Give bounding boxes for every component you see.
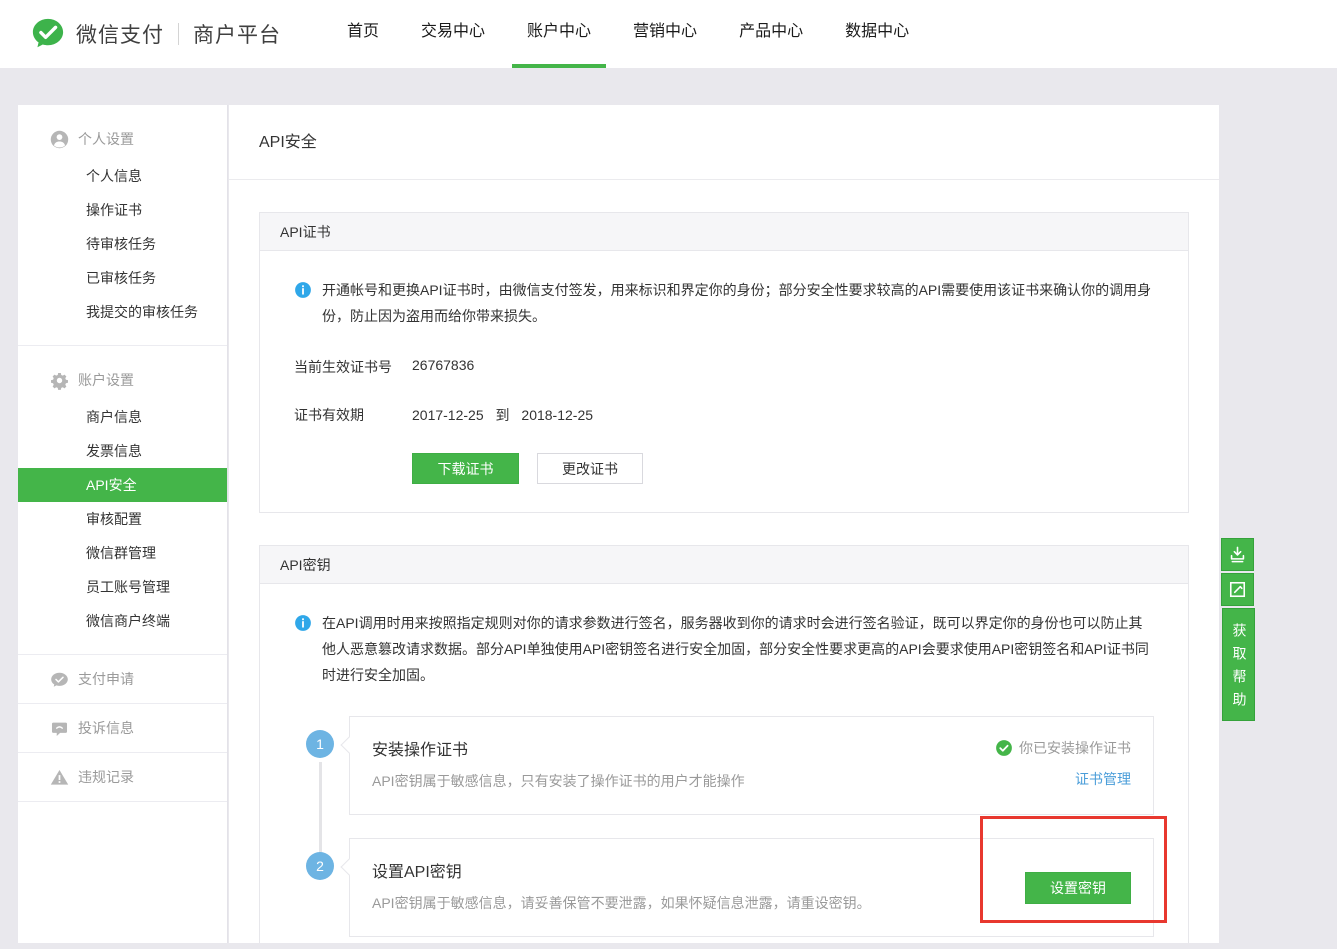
user-icon xyxy=(50,130,69,149)
sidebar-group-violation-record[interactable]: 违规记录 xyxy=(18,753,227,802)
certificate-number-value: 26767836 xyxy=(412,357,474,377)
main-content: API安全 API证书 开通帐号和更换API证书时，由微信支付签发，用来标识和界… xyxy=(229,105,1219,943)
sidebar-item-staff-account-mgmt[interactable]: 员工账号管理 xyxy=(18,570,227,604)
certificate-info-text: 开通帐号和更换API证书时，由微信支付签发，用来标识和界定你的身份；部分安全性要… xyxy=(322,277,1154,329)
warning-icon xyxy=(50,768,69,787)
cert-installed-status: 你已安装操作证书 xyxy=(995,738,1131,758)
nav-tab-transaction-center[interactable]: 交易中心 xyxy=(406,0,500,68)
step-1-box: 安装操作证书 API密钥属于敏感信息，只有安装了操作证书的用户才能操作 你已安装… xyxy=(349,716,1154,815)
sidebar-item-reviewed[interactable]: 已审核任务 xyxy=(18,261,227,295)
sidebar-group-label: 个人设置 xyxy=(78,129,134,149)
step-box-notch xyxy=(341,737,358,754)
sidebar-group-label: 投诉信息 xyxy=(78,718,134,738)
certificate-number-row: 当前生效证书号 26767836 xyxy=(294,357,1154,377)
sidebar-group-complaint-info[interactable]: 投诉信息 xyxy=(18,704,227,753)
nav-tab-account-center[interactable]: 账户中心 xyxy=(512,0,606,68)
step-install-cert: 1 安装操作证书 API密钥属于敏感信息，只有安装了操作证书的用户才能操作 xyxy=(306,716,1154,815)
sidebar-group-personal-settings: 个人设置 个人信息 操作证书 待审核任务 已审核任务 我提交的审核任务 xyxy=(18,105,227,346)
sidebar-group-payment-application[interactable]: 支付申请 xyxy=(18,655,227,704)
nav-tab-data-center[interactable]: 数据中心 xyxy=(830,0,924,68)
gear-icon xyxy=(50,371,69,390)
api-key-card-title: API密钥 xyxy=(260,546,1188,584)
download-certificate-button[interactable]: 下载证书 xyxy=(412,453,519,484)
sidebar-item-wechat-merchant-terminal[interactable]: 微信商户终端 xyxy=(18,604,227,638)
step-2-title: 设置API密钥 xyxy=(372,858,1131,882)
sidebar-item-operation-cert[interactable]: 操作证书 xyxy=(18,193,227,227)
sidebar-group-header: 支付申请 xyxy=(18,655,227,703)
info-icon xyxy=(294,281,312,299)
info-icon xyxy=(294,614,312,632)
cert-installed-status-text: 你已安装操作证书 xyxy=(1019,738,1131,758)
sidebar-group-header: 投诉信息 xyxy=(18,704,227,752)
certificate-validity-label: 证书有效期 xyxy=(294,405,412,425)
valid-date-separator: 到 xyxy=(496,407,510,423)
step-2-description: API密钥属于敏感信息，请妥善保管不要泄露，如果怀疑信息泄露，请重设密钥。 xyxy=(372,893,1131,913)
api-key-steps: 1 安装操作证书 API密钥属于敏感信息，只有安装了操作证书的用户才能操作 xyxy=(294,716,1154,937)
product-name: 商户平台 xyxy=(193,19,281,49)
api-certificate-card-title: API证书 xyxy=(260,213,1188,251)
sidebar-group-label: 账户设置 xyxy=(78,370,134,390)
nav-tab-marketing-center[interactable]: 营销中心 xyxy=(618,0,712,68)
sidebar-item-api-security[interactable]: API安全 xyxy=(18,468,227,502)
api-key-info-text: 在API调用时用来按照指定规则对你的请求参数进行签名，服务器收到你的请求时会进行… xyxy=(322,610,1154,688)
brand-name: 微信支付 xyxy=(76,19,164,49)
step-1-badge: 1 xyxy=(306,730,334,758)
sidebar-item-invoice-info[interactable]: 发票信息 xyxy=(18,434,227,468)
sidebar-group-header: 违规记录 xyxy=(18,753,227,801)
chat-check-icon xyxy=(50,670,69,689)
step-1-right: 你已安装操作证书 证书管理 xyxy=(995,738,1131,789)
get-help-button[interactable]: 获取帮助 xyxy=(1222,608,1255,721)
top-header: 微信支付 商户平台 首页 交易中心 账户中心 营销中心 产品中心 数据中心 xyxy=(0,0,1337,68)
sidebar-item-review-config[interactable]: 审核配置 xyxy=(18,502,227,536)
page-title: API安全 xyxy=(229,105,1219,180)
certificate-validity-row: 证书有效期 2017-12-25 到 2018-12-25 xyxy=(294,405,1154,425)
certificate-management-link[interactable]: 证书管理 xyxy=(1075,769,1131,789)
step-2-box: 设置API密钥 API密钥属于敏感信息，请妥善保管不要泄露，如果怀疑信息泄露，请… xyxy=(349,838,1154,937)
step-2-badge: 2 xyxy=(306,852,334,880)
float-download-button[interactable] xyxy=(1221,538,1254,571)
step-box-notch xyxy=(341,859,358,876)
sidebar-group-label: 支付申请 xyxy=(78,669,134,689)
sidebar-group-label: 违规记录 xyxy=(78,767,134,787)
wechat-pay-logo-icon xyxy=(30,17,66,51)
logo: 微信支付 商户平台 xyxy=(30,0,281,68)
sidebar-group-account-settings: 账户设置 商户信息 发票信息 API安全 审核配置 微信群管理 员工账号管理 微… xyxy=(18,346,227,655)
valid-from-date: 2017-12-25 xyxy=(412,407,484,423)
change-certificate-button[interactable]: 更改证书 xyxy=(537,453,643,484)
api-key-card-body: 在API调用时用来按照指定规则对你的请求参数进行签名，服务器收到你的请求时会进行… xyxy=(260,584,1188,943)
floating-help-widget: 获取帮助 xyxy=(1221,538,1255,721)
certificate-validity-value: 2017-12-25 到 2018-12-25 xyxy=(412,405,593,425)
step-set-api-key: 2 设置API密钥 API密钥属于敏感信息，请妥善保管不要泄露，如果怀疑信息泄露… xyxy=(306,838,1154,937)
api-key-info-row: 在API调用时用来按照指定规则对你的请求参数进行签名，服务器收到你的请求时会进行… xyxy=(294,610,1154,688)
chat-bubble-icon xyxy=(50,719,69,738)
nav-tab-home[interactable]: 首页 xyxy=(332,0,394,68)
download-icon xyxy=(1228,545,1247,564)
page: 微信支付 商户平台 首页 交易中心 账户中心 营销中心 产品中心 数据中心 个人… xyxy=(0,0,1337,949)
certificate-info-row: 开通帐号和更换API证书时，由微信支付签发，用来标识和界定你的身份；部分安全性要… xyxy=(294,277,1154,329)
sidebar-item-wechat-group-mgmt[interactable]: 微信群管理 xyxy=(18,536,227,570)
valid-to-date: 2018-12-25 xyxy=(521,407,593,423)
sidebar: 个人设置 个人信息 操作证书 待审核任务 已审核任务 我提交的审核任务 账户设置… xyxy=(18,105,228,943)
sidebar-item-pending-review[interactable]: 待审核任务 xyxy=(18,227,227,261)
check-circle-icon xyxy=(995,739,1013,757)
sidebar-group-header: 账户设置 xyxy=(18,354,227,400)
nav-tab-product-center[interactable]: 产品中心 xyxy=(724,0,818,68)
top-nav: 首页 交易中心 账户中心 营销中心 产品中心 数据中心 xyxy=(332,0,936,68)
certificate-buttons-row: 下载证书 更改证书 xyxy=(294,453,1154,484)
api-certificate-card-body: 开通帐号和更换API证书时，由微信支付签发，用来标识和界定你的身份；部分安全性要… xyxy=(260,251,1188,512)
set-api-key-button[interactable]: 设置密钥 xyxy=(1025,872,1131,904)
edit-icon xyxy=(1228,580,1247,599)
sidebar-group-header: 个人设置 xyxy=(18,113,227,159)
certificate-number-label: 当前生效证书号 xyxy=(294,357,412,377)
logo-divider xyxy=(178,23,179,45)
sidebar-item-merchant-info[interactable]: 商户信息 xyxy=(18,400,227,434)
api-certificate-card: API证书 开通帐号和更换API证书时，由微信支付签发，用来标识和界定你的身份；… xyxy=(259,212,1189,513)
sidebar-item-my-submitted-review[interactable]: 我提交的审核任务 xyxy=(18,295,227,329)
sidebar-item-personal-info[interactable]: 个人信息 xyxy=(18,159,227,193)
float-feedback-button[interactable] xyxy=(1221,573,1254,606)
api-key-card: API密钥 在API调用时用来按照指定规则对你的请求参数进行签名，服务器收到你的… xyxy=(259,545,1189,943)
